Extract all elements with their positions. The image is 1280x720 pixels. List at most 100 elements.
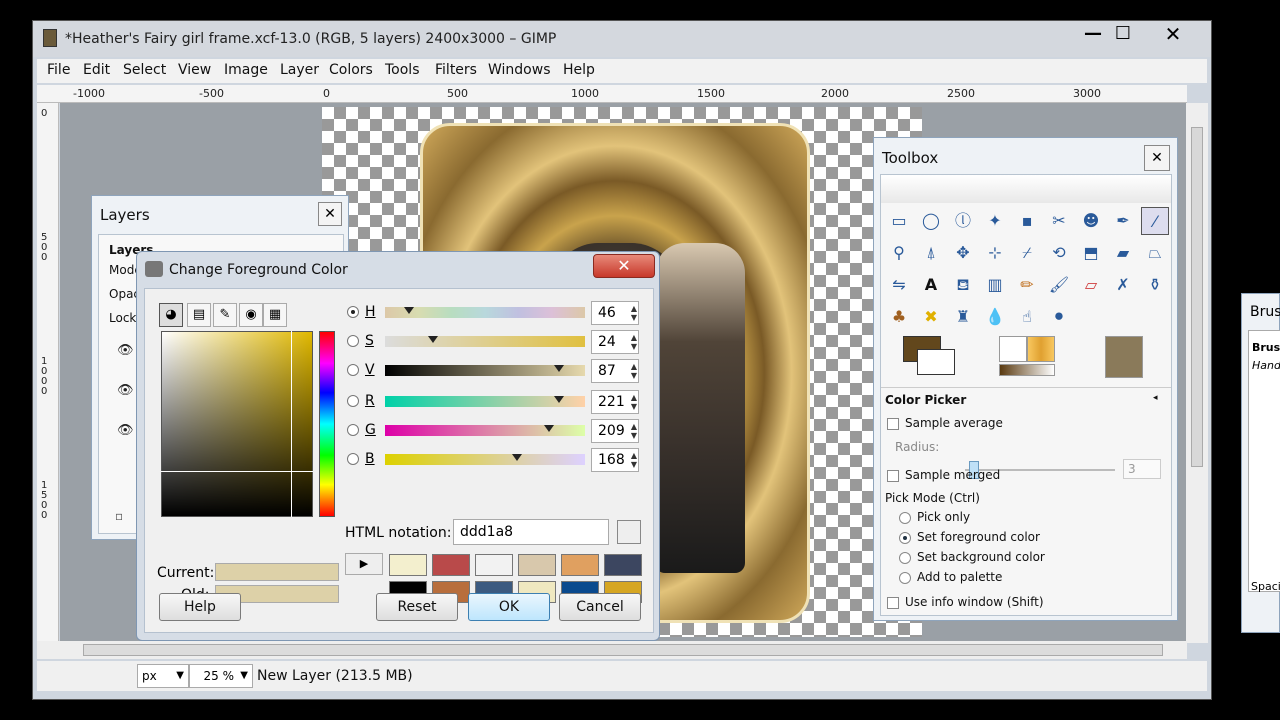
pencil-icon[interactable]: ✏: [1013, 271, 1041, 299]
channel-slider-b[interactable]: [385, 454, 585, 465]
set-background-radio[interactable]: [899, 552, 911, 564]
cancel-button[interactable]: Cancel: [559, 593, 641, 621]
channel-radio-s[interactable]: [347, 335, 359, 347]
spin-arrows-icon[interactable]: ▲ ▼: [631, 362, 637, 380]
rotate-icon[interactable]: ⟲: [1045, 239, 1073, 267]
ink-icon[interactable]: ⚱: [1141, 271, 1169, 299]
spin-arrows-icon[interactable]: ▲ ▼: [631, 451, 637, 469]
ok-button[interactable]: OK: [468, 593, 550, 621]
spin-arrows-icon[interactable]: ▲ ▼: [631, 422, 637, 440]
channel-radio-h[interactable]: [347, 306, 359, 318]
configure-icon[interactable]: ◂: [1153, 393, 1158, 403]
menu-view[interactable]: View: [178, 62, 211, 78]
eye-icon[interactable]: 👁: [117, 423, 134, 438]
channel-slider-marker[interactable]: [554, 365, 564, 372]
close-window-button[interactable]: ✕: [1151, 23, 1195, 45]
fuzzy-select-icon[interactable]: ✦: [981, 207, 1009, 235]
channel-radio-v[interactable]: [347, 364, 359, 376]
spin-arrows-icon[interactable]: ▲ ▼: [631, 333, 637, 351]
channel-radio-b[interactable]: [347, 453, 359, 465]
channel-slider-marker[interactable]: [512, 454, 522, 461]
color-history-swatch[interactable]: [518, 554, 556, 576]
paintbrush-icon[interactable]: 🖌: [1045, 271, 1073, 299]
eyedropper-icon[interactable]: [617, 520, 641, 544]
radius-value[interactable]: 3: [1123, 459, 1161, 479]
channel-spinbutton-b[interactable]: 168 ▲ ▼: [591, 448, 639, 472]
set-foreground-radio[interactable]: [899, 532, 911, 544]
crop-icon[interactable]: ⌿: [1013, 239, 1041, 267]
free-select-icon[interactable]: ⓛ: [949, 207, 977, 235]
active-image-preview[interactable]: [1105, 336, 1143, 378]
pick-only-radio[interactable]: [899, 512, 911, 524]
channel-spinbutton-s[interactable]: 24 ▲ ▼: [591, 330, 639, 354]
channel-slider-marker[interactable]: [554, 396, 564, 403]
menu-layer[interactable]: Layer: [280, 62, 319, 78]
add-to-history-button[interactable]: ▶: [345, 553, 383, 575]
color-history-swatch[interactable]: [389, 554, 427, 576]
channel-slider-v[interactable]: [385, 365, 585, 376]
help-button[interactable]: Help: [159, 593, 241, 621]
move-icon[interactable]: ✥: [949, 239, 977, 267]
channel-radio-r[interactable]: [347, 395, 359, 407]
background-color-swatch[interactable]: [917, 349, 955, 375]
menu-tools[interactable]: Tools: [385, 62, 420, 78]
channel-slider-marker[interactable]: [404, 307, 414, 314]
blur-icon[interactable]: 💧: [981, 303, 1009, 331]
menu-filters[interactable]: Filters: [435, 62, 477, 78]
html-notation-input[interactable]: ddd1a8: [453, 519, 609, 545]
palette-selector-tab-icon[interactable]: ▦: [263, 303, 287, 327]
horizontal-scroll-thumb[interactable]: [83, 644, 1163, 656]
wheel-selector-tab-icon[interactable]: ◉: [239, 303, 263, 327]
eye-icon[interactable]: 👁: [117, 343, 134, 358]
gimp-selector-tab-icon[interactable]: ◕: [159, 303, 183, 327]
add-to-palette-radio[interactable]: [899, 572, 911, 584]
menu-select[interactable]: Select: [123, 62, 166, 78]
vertical-scroll-thumb[interactable]: [1191, 127, 1203, 467]
vertical-scrollbar[interactable]: [1186, 103, 1208, 643]
scissors-icon[interactable]: ✂: [1045, 207, 1073, 235]
new-layer-icon[interactable]: ▫: [115, 509, 123, 523]
perspective-clone-icon[interactable]: ♜: [949, 303, 977, 331]
cmyk-selector-tab-icon[interactable]: ▤: [187, 303, 211, 327]
text-icon[interactable]: A: [917, 271, 945, 299]
channel-slider-r[interactable]: [385, 396, 585, 407]
perspective-icon[interactable]: ⏢: [1141, 239, 1169, 267]
zoom-select[interactable]: 25 % ▼: [189, 664, 253, 688]
clone-icon[interactable]: ♣: [885, 303, 913, 331]
scale-icon[interactable]: ⬒: [1077, 239, 1105, 267]
eraser-icon[interactable]: ▱: [1077, 271, 1105, 299]
zoom-icon[interactable]: ⚲: [885, 239, 913, 267]
paths-icon[interactable]: ✒: [1109, 207, 1137, 235]
menu-file[interactable]: File: [47, 62, 70, 78]
smudge-icon[interactable]: ☝: [1013, 303, 1041, 331]
channel-spinbutton-v[interactable]: 87 ▲ ▼: [591, 359, 639, 383]
channel-slider-h[interactable]: [385, 307, 585, 318]
reset-button[interactable]: Reset: [376, 593, 458, 621]
foreground-select-icon[interactable]: ☻: [1077, 207, 1105, 235]
sample-average-checkbox[interactable]: [887, 418, 899, 430]
channel-spinbutton-r[interactable]: 221 ▲ ▼: [591, 390, 639, 414]
menu-colors[interactable]: Colors: [329, 62, 373, 78]
select-by-color-icon[interactable]: ▪: [1013, 207, 1041, 235]
horizontal-scrollbar[interactable]: [37, 641, 1187, 659]
watercolor-selector-tab-icon[interactable]: ✎: [213, 303, 237, 327]
close-icon[interactable]: ✕: [1144, 145, 1170, 171]
color-history-swatch[interactable]: [604, 554, 642, 576]
channel-slider-g[interactable]: [385, 425, 585, 436]
channel-slider-marker[interactable]: [428, 336, 438, 343]
rect-select-icon[interactable]: ▭: [885, 207, 913, 235]
menu-image[interactable]: Image: [224, 62, 268, 78]
maximize-button[interactable]: ☐: [1101, 23, 1145, 45]
measure-icon[interactable]: ⍋: [917, 239, 945, 267]
blend-icon[interactable]: ▥: [981, 271, 1009, 299]
color-history-swatch[interactable]: [432, 554, 470, 576]
heal-icon[interactable]: ✖: [917, 303, 945, 331]
shear-icon[interactable]: ▰: [1109, 239, 1137, 267]
spin-arrows-icon[interactable]: ▲ ▼: [631, 304, 637, 322]
color-history-swatch[interactable]: [561, 554, 599, 576]
menu-edit[interactable]: Edit: [83, 62, 110, 78]
close-dialog-button[interactable]: ✕: [593, 254, 655, 278]
airbrush-icon[interactable]: ✗: [1109, 271, 1137, 299]
sample-merged-checkbox[interactable]: [887, 470, 899, 482]
close-icon[interactable]: ✕: [318, 202, 342, 226]
